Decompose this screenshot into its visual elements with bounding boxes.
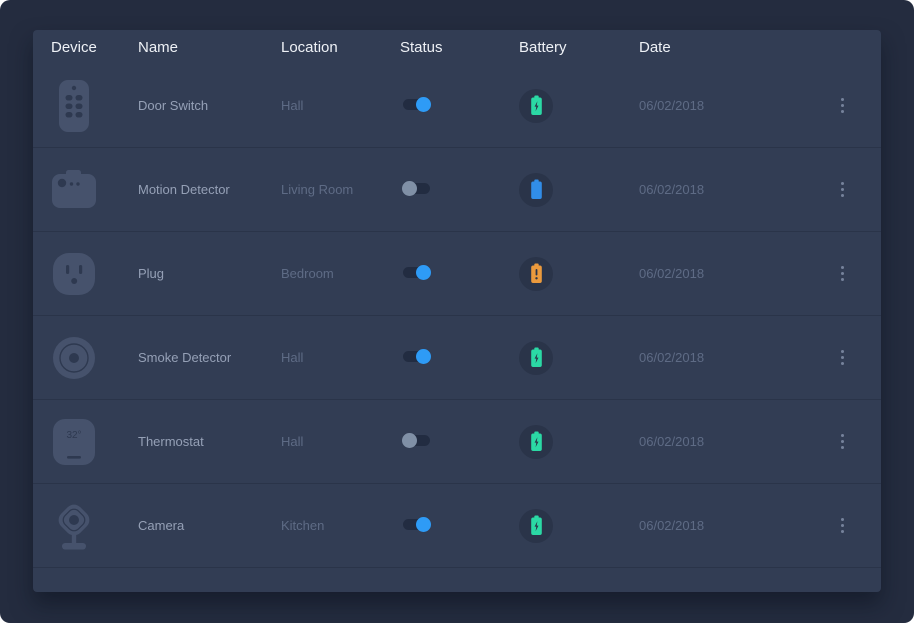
table-row: Plug Bedroom 06/02/2018 [33,232,881,316]
motion-detector-icon [51,161,97,219]
table-row: Camera Kitchen 06/02/2018 [33,484,881,568]
table-row: 32° Thermostat Hall 06/02/2018 [33,400,881,484]
device-date: 06/02/2018 [639,98,809,113]
thermostat-temp-label: 32° [66,430,81,441]
device-name: Plug [138,266,281,281]
table-row: Motion Detector Living Room 06/02/2018 [33,148,881,232]
status-toggle[interactable] [403,351,430,362]
device-date: 06/02/2018 [639,518,809,533]
device-name: Motion Detector [138,182,281,197]
device-name: Door Switch [138,98,281,113]
device-name: Smoke Detector [138,350,281,365]
device-location: Hall [281,434,400,449]
toggle-knob [416,349,431,364]
device-location: Kitchen [281,518,400,533]
table-row: Door Switch Hall 06/02/2018 [33,64,881,148]
plug-icon [51,245,97,303]
door-switch-icon [51,77,97,135]
device-date: 06/02/2018 [639,266,809,281]
device-name: Thermostat [138,434,281,449]
device-cell: 32° [33,413,138,471]
kebab-menu-icon[interactable] [837,178,848,201]
kebab-menu-icon[interactable] [837,94,848,117]
column-header-status: Status [400,39,519,56]
device-cell [33,497,138,555]
device-cell [33,161,138,219]
device-cell [33,329,138,387]
toggle-knob [416,517,431,532]
camera-icon [51,497,97,555]
column-header-battery: Battery [519,39,639,56]
kebab-menu-icon[interactable] [837,514,848,537]
thermostat-icon: 32° [51,413,97,471]
battery-indicator [519,173,553,207]
column-header-date: Date [639,39,809,56]
column-header-device: Device [33,39,138,56]
device-date: 06/02/2018 [639,434,809,449]
kebab-menu-icon[interactable] [837,430,848,453]
toggle-knob [402,433,417,448]
device-location: Hall [281,350,400,365]
devices-table-card: Device Name Location Status Battery Date [33,30,881,592]
device-location: Living Room [281,182,400,197]
device-date: 06/02/2018 [639,182,809,197]
smoke-detector-icon [51,329,97,387]
battery-indicator [519,89,553,123]
app-window: Device Name Location Status Battery Date [0,0,914,623]
status-toggle[interactable] [403,99,430,110]
status-toggle[interactable] [403,519,430,530]
device-location: Hall [281,98,400,113]
kebab-menu-icon[interactable] [837,262,848,285]
battery-indicator [519,257,553,291]
status-toggle[interactable] [403,183,430,194]
battery-indicator [519,341,553,375]
device-location: Bedroom [281,266,400,281]
kebab-menu-icon[interactable] [837,346,848,369]
toggle-knob [416,265,431,280]
battery-indicator [519,425,553,459]
device-name: Camera [138,518,281,533]
table-row: Smoke Detector Hall 06/02/2018 [33,316,881,400]
status-toggle[interactable] [403,435,430,446]
device-cell [33,77,138,135]
device-date: 06/02/2018 [639,350,809,365]
status-toggle[interactable] [403,267,430,278]
column-header-location: Location [281,39,400,56]
battery-indicator [519,509,553,543]
column-header-name: Name [138,39,281,56]
toggle-knob [416,97,431,112]
device-cell [33,245,138,303]
table-header-row: Device Name Location Status Battery Date [33,30,881,64]
toggle-knob [402,181,417,196]
